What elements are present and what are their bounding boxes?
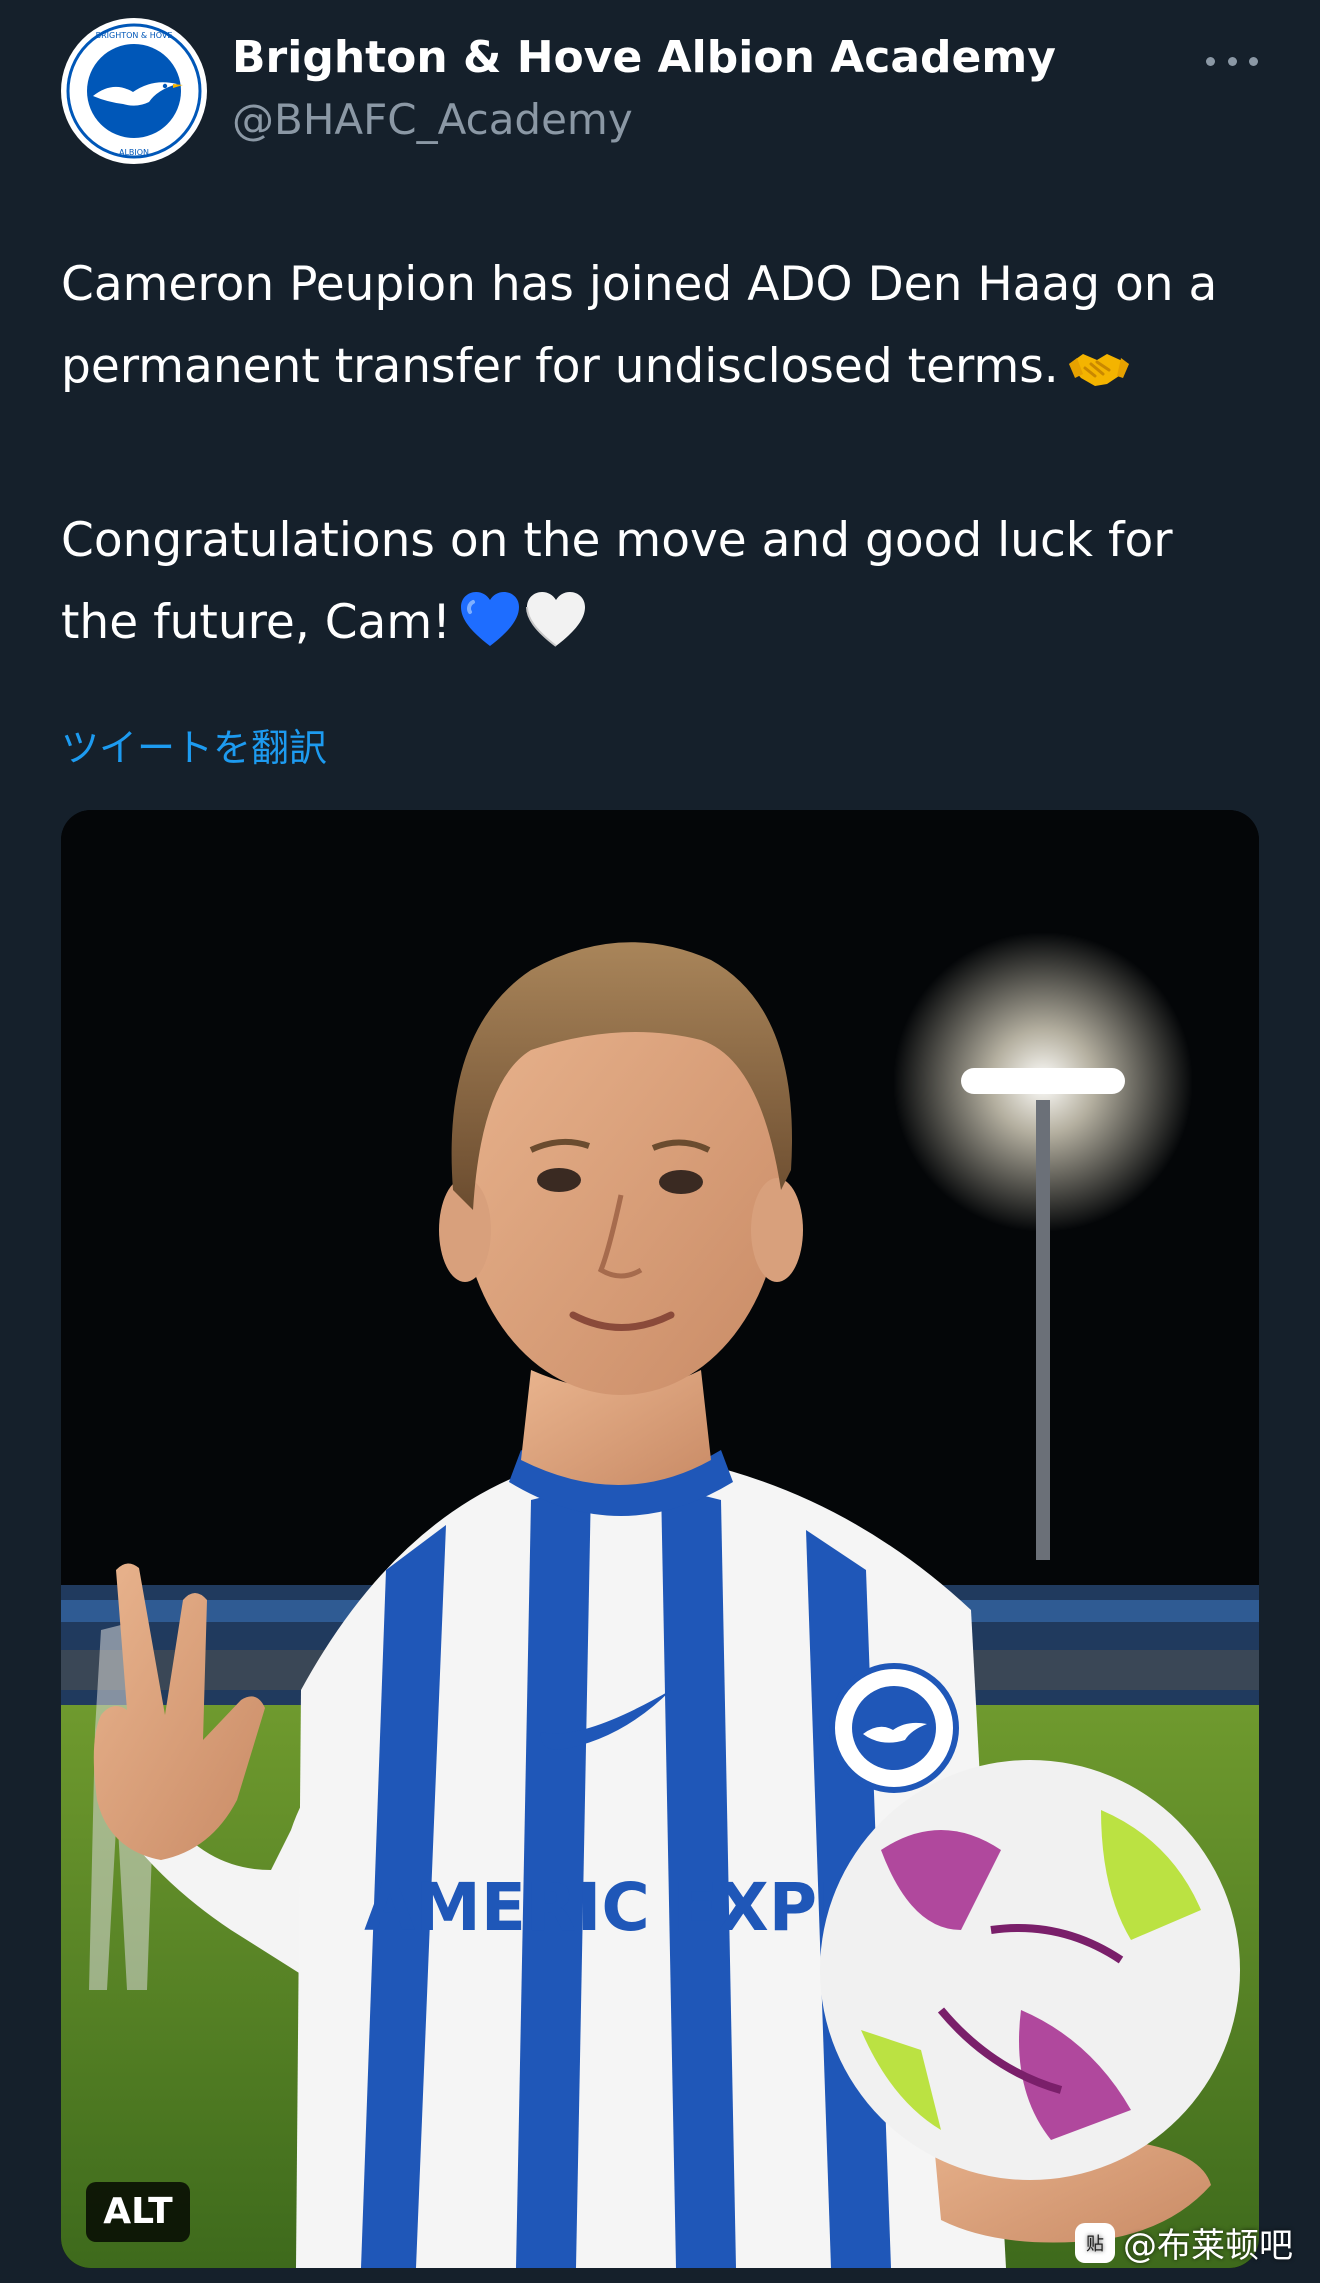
translate-tweet-link[interactable]: ツイートを翻訳 (61, 722, 327, 774)
tweet-media-photo[interactable]: AMERIC EXPR ALT (61, 810, 1259, 2268)
avatar[interactable]: BRIGHTON & HOVE ALBION (61, 18, 207, 164)
tweet-paragraph: Congratulations on the move and good luc… (61, 500, 1261, 674)
white-heart-emoji-icon (525, 590, 587, 674)
player-photo-illustration: AMERIC EXPR (61, 810, 1259, 2268)
blue-heart-emoji-icon (459, 590, 521, 674)
author-handle[interactable]: @BHAFC_Academy (232, 92, 633, 148)
watermark-text: @布莱顿吧 (1123, 2226, 1293, 2266)
football (820, 1760, 1240, 2180)
tweet-paragraph: Cameron Peupion has joined ADO Den Haag … (61, 244, 1261, 418)
tweet-card: BRIGHTON & HOVE ALBION Brighton & Hove A… (0, 0, 1320, 2283)
floodlight-pole (1036, 1100, 1050, 1560)
floodlight-lamps (961, 1068, 1125, 1094)
dot (1249, 56, 1258, 66)
svg-text:贴: 贴 (1086, 2234, 1104, 2255)
author-display-name[interactable]: Brighton & Hove Albion Academy (232, 30, 1056, 86)
club-crest-icon: BRIGHTON & HOVE ALBION (63, 20, 205, 162)
alt-text-badge[interactable]: ALT (86, 2182, 190, 2242)
shirt-sponsor: AMERIC EXPR (364, 1869, 868, 1946)
svg-text:ALBION: ALBION (119, 148, 149, 157)
more-dots-icon[interactable] (1206, 42, 1258, 80)
tieba-icon: 贴 (1075, 2222, 1115, 2263)
tweet-text-line-1: Cameron Peupion has joined ADO Den Haag … (61, 257, 1218, 394)
tweet-text: Cameron Peupion has joined ADO Den Haag … (61, 244, 1261, 674)
handshake-emoji-icon (1067, 336, 1131, 418)
dot (1227, 56, 1237, 66)
tweet-text-line-2: Congratulations on the move and good luc… (61, 513, 1173, 650)
watermark: 贴 @布莱顿吧 (1075, 2218, 1293, 2267)
svg-text:BRIGHTON & HOVE: BRIGHTON & HOVE (96, 31, 173, 40)
dot (1206, 56, 1215, 66)
